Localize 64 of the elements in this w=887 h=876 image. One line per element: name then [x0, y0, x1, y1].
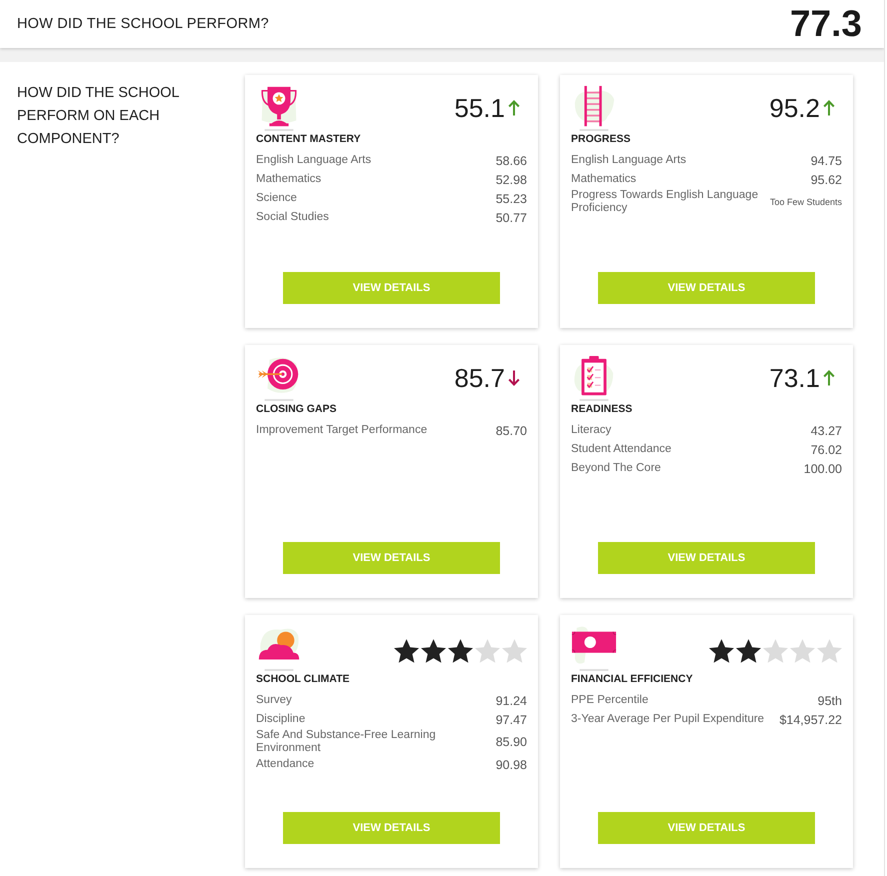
- metric-value: 76.02: [810, 442, 842, 456]
- metric-label: Mathematics: [256, 173, 322, 186]
- metric-label: 3-Year Average Per Pupil Expenditure: [571, 713, 764, 726]
- metric-value: 90.98: [496, 758, 527, 772]
- metric-label: English Language Arts: [256, 154, 372, 167]
- view-details-button[interactable]: VIEW DETAILS: [283, 812, 500, 844]
- component-title: READINESS: [571, 403, 634, 415]
- metric-value: 55.23: [496, 192, 527, 206]
- view-details-button[interactable]: VIEW DETAILS: [283, 542, 500, 574]
- view-details-button[interactable]: VIEW DETAILS: [598, 812, 815, 844]
- star-icon: [502, 639, 527, 663]
- metric-label: Student Attendance: [571, 443, 672, 456]
- component-score: 55.1: [454, 92, 505, 124]
- metric-label: Science: [256, 192, 297, 205]
- metric-value: 85.70: [496, 424, 527, 438]
- metric-label: Safe And Substance-Free Learning Environment: [256, 729, 437, 755]
- metric-label: Social Studies: [256, 211, 329, 224]
- metric-value: $14,957.22: [779, 712, 842, 726]
- component-score: 73.1: [769, 362, 820, 394]
- star-icon: [763, 639, 788, 663]
- metric-value: Too Few Students: [770, 197, 842, 207]
- component-title: SCHOOL CLIMATE: [256, 673, 351, 685]
- view-details-button[interactable]: VIEW DETAILS: [283, 272, 500, 304]
- metric-value: 97.47: [496, 712, 527, 726]
- star-icon: [709, 639, 734, 663]
- metric-value: 95th: [818, 694, 842, 708]
- metric-label: Attendance: [256, 758, 314, 771]
- star-icon: [448, 639, 473, 663]
- metric-value: 94.75: [810, 154, 842, 168]
- star-icon: [790, 639, 815, 663]
- metric-value: 52.98: [496, 172, 527, 186]
- metric-value: 100.00: [804, 462, 842, 476]
- page-title: HOW DID THE SCHOOL PERFORM?: [17, 16, 269, 32]
- metric-label: Progress Towards English Language Proficiency: [571, 189, 760, 215]
- metric-value: 85.90: [496, 735, 527, 749]
- star-icon: [421, 639, 446, 663]
- component-title: PROGRESS: [571, 133, 632, 145]
- metric-value: 95.62: [810, 172, 842, 186]
- component-title: FINANCIAL EFFICIENCY: [571, 673, 694, 685]
- metric-label: Mathematics: [571, 173, 636, 186]
- view-details-button[interactable]: VIEW DETAILS: [598, 542, 815, 574]
- section-heading: HOW DID THE SCHOOL PERFORM ON EACH COMPONENT?: [17, 84, 180, 149]
- overall-score: 77.3: [790, 3, 862, 45]
- metric-label: Literacy: [571, 424, 612, 437]
- metric-value: 50.77: [496, 210, 527, 224]
- metric-label: Beyond The Core: [571, 462, 661, 475]
- star-icon: [817, 639, 842, 663]
- banknote-icon: [571, 624, 617, 672]
- metric-label: Survey: [256, 694, 292, 707]
- component-score: 95.2: [769, 92, 820, 124]
- metric-value: 43.27: [810, 424, 842, 438]
- metric-label: PPE Percentile: [571, 694, 648, 707]
- component-title: CONTENT MASTERY: [256, 133, 362, 145]
- star-icon: [394, 639, 419, 663]
- component-title: CLOSING GAPS: [256, 403, 338, 415]
- metric-value: 58.66: [496, 154, 527, 168]
- metric-label: English Language Arts: [571, 154, 686, 167]
- metric-label: Improvement Target Performance: [256, 424, 428, 437]
- view-details-button[interactable]: VIEW DETAILS: [598, 272, 815, 304]
- star-icon: [475, 639, 500, 663]
- metric-value: 91.24: [496, 694, 527, 708]
- metric-label: Discipline: [256, 713, 306, 726]
- component-score: 85.7: [454, 362, 505, 394]
- star-icon: [736, 639, 761, 663]
